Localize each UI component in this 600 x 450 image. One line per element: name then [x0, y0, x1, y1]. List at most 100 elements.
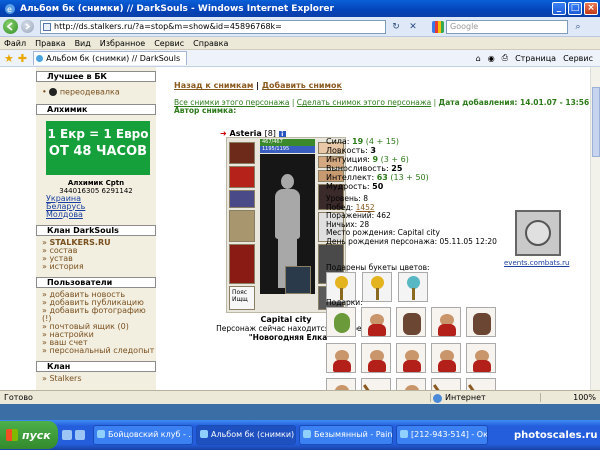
taskbar-item-chat[interactable]: [212-943-514] - Окн... — [396, 425, 488, 445]
flower-bouquet[interactable] — [398, 272, 428, 302]
page-menu[interactable]: Страница — [515, 54, 556, 63]
menu-favorites[interactable]: Избранное — [100, 39, 145, 48]
gift-item[interactable] — [326, 307, 356, 337]
menu-file[interactable]: Файл — [4, 39, 26, 48]
scrollbar-thumb[interactable] — [592, 87, 600, 157]
gift-item[interactable] — [361, 378, 391, 390]
gift-item[interactable] — [466, 378, 496, 390]
ie-logo-icon: e — [5, 3, 15, 14]
gift-item[interactable] — [466, 307, 496, 337]
gift-item[interactable] — [361, 343, 391, 373]
web-content: Лучшее в БК • переодевалка Алхимик 1 Екр… — [0, 67, 590, 390]
tools-menu[interactable]: Сервис — [563, 54, 593, 63]
menu-help[interactable]: Справка — [193, 39, 228, 48]
stat-wisdom: Мудрость: 50 — [326, 182, 384, 191]
gift-item[interactable] — [396, 307, 426, 337]
add-favorites-icon[interactable]: ✚ — [18, 52, 27, 65]
events-link[interactable]: events.combats.ru — [504, 259, 569, 267]
maximize-button[interactable]: □ — [568, 2, 582, 15]
users-header: Пользователи — [36, 276, 156, 288]
hp-bar: 467/467 — [260, 139, 315, 146]
user-add-photo[interactable]: » добавить фотографию (!) — [36, 306, 156, 323]
feeds-icon[interactable]: ◉ — [488, 54, 495, 63]
weapon-slot[interactable] — [229, 210, 255, 242]
address-input[interactable]: http://ds.stalkers.ru/?a=stop&m=show&id=… — [40, 19, 386, 34]
best-item[interactable]: • переодевалка — [36, 88, 156, 97]
address-row: http://ds.stalkers.ru/?a=stop&m=show&id=… — [0, 17, 600, 37]
make-snapshot-link[interactable]: Сделать снимок этого персонажа — [297, 98, 432, 107]
desktop-background — [0, 404, 600, 420]
ie-icon — [97, 430, 105, 438]
search-input[interactable]: Google — [446, 19, 568, 34]
back-arrow-icon — [6, 22, 13, 31]
add-snapshot-link[interactable]: Добавить снимок — [262, 81, 342, 90]
gifts-row — [326, 343, 501, 373]
stop-button[interactable]: ✕ — [406, 20, 420, 34]
taskbar-item-club[interactable]: Бойцовский клуб - ... — [93, 425, 193, 445]
watermark-text: photoscales.ru — [514, 430, 598, 441]
command-bar: ⌂ ◉ ⎙ Страница Сервис — [476, 53, 600, 63]
gift-item[interactable] — [431, 378, 461, 390]
gift-item[interactable] — [326, 343, 356, 373]
search-icon[interactable]: ⌕ — [571, 20, 585, 34]
zoom-level[interactable]: 100% — [540, 393, 600, 402]
tab-label: Альбом бк (снимки) // DarkSouls — [46, 54, 181, 63]
country-moldova[interactable]: Молдова — [46, 210, 156, 219]
bracer-slot[interactable] — [229, 190, 255, 208]
quicklaunch-ie-icon[interactable] — [62, 430, 72, 440]
exchange-banner[interactable]: 1 Екр = 1 Евро ОТ 48 ЧАСОВ — [46, 120, 150, 175]
gift-item[interactable] — [396, 343, 426, 373]
quicklaunch-desktop-icon[interactable] — [75, 430, 85, 440]
close-button[interactable]: × — [584, 2, 598, 15]
gift-item[interactable] — [396, 378, 426, 390]
back-button[interactable] — [3, 19, 18, 34]
status-text: Готово — [4, 393, 33, 402]
taskbar-item-paint[interactable]: Безымянный - Paint — [299, 425, 393, 445]
gifts-row — [326, 378, 501, 390]
hat-slot[interactable] — [229, 166, 255, 188]
flowers-header: Подарены букеты цветов: — [326, 263, 430, 272]
rune-slot[interactable] — [285, 266, 311, 294]
taskbar-item-album[interactable]: Альбом бк (снимки) ... — [196, 425, 296, 445]
helmet-slot[interactable] — [229, 142, 255, 164]
favorites-star-icon[interactable]: ★ — [4, 52, 14, 65]
tab-page-icon — [36, 55, 44, 62]
belt-slot[interactable]: Пояс Ищщ — [229, 286, 255, 310]
print-icon[interactable]: ⎙ — [502, 53, 508, 63]
best-header: Лучшее в БК — [36, 71, 156, 82]
event-emblem-icon[interactable] — [515, 210, 561, 256]
stat-intuition: Интуиция: 9 (3 + 6) — [326, 155, 409, 164]
clan-list-stalkers[interactable]: » Stalkers — [36, 374, 156, 383]
gift-item[interactable] — [431, 307, 461, 337]
armor-slot[interactable] — [229, 244, 255, 284]
page-icon — [43, 22, 51, 31]
mana-bar: 1195/1195 — [260, 146, 315, 153]
forward-button[interactable] — [21, 20, 34, 33]
gift-item[interactable] — [326, 378, 356, 390]
author-label: Автор снимка: — [174, 106, 237, 115]
gifts-header: Подарки: — [326, 298, 363, 307]
clan-link-history[interactable]: » история — [36, 262, 156, 271]
taskbar: пуск Бойцовский клуб - ... Альбом бк (сн… — [0, 420, 600, 450]
date-added: Дата добавления: 14.01.07 - 13:56 — [438, 98, 590, 107]
refresh-button[interactable]: ↻ — [389, 20, 403, 34]
gift-item[interactable] — [361, 307, 391, 337]
back-to-snapshots-link[interactable]: Назад к снимкам — [174, 81, 253, 90]
alchemist-header: Алхимик — [36, 103, 156, 115]
user-tracker[interactable]: » персональный следопыт — [36, 346, 156, 355]
vertical-scrollbar[interactable] — [590, 67, 600, 390]
gifts-row — [326, 307, 501, 337]
menu-tools[interactable]: Сервис — [154, 39, 184, 48]
gift-item[interactable] — [466, 343, 496, 373]
minimize-button[interactable]: _ — [552, 2, 566, 15]
tab-active[interactable]: Альбом бк (снимки) // DarkSouls — [33, 51, 188, 65]
paint-icon — [303, 430, 311, 438]
start-button[interactable]: пуск — [0, 421, 58, 449]
tab-toolbar: ★ ✚ Альбом бк (снимки) // DarkSouls ⌂ ◉ … — [0, 50, 600, 67]
menu-view[interactable]: Вид — [75, 39, 91, 48]
gift-item[interactable] — [431, 343, 461, 373]
menu-edit[interactable]: Правка — [35, 39, 65, 48]
home-icon[interactable]: ⌂ — [476, 54, 481, 63]
stat-intellect: Интеллект: 63 (13 + 50) — [326, 173, 429, 182]
flower-bouquet[interactable] — [362, 272, 392, 302]
